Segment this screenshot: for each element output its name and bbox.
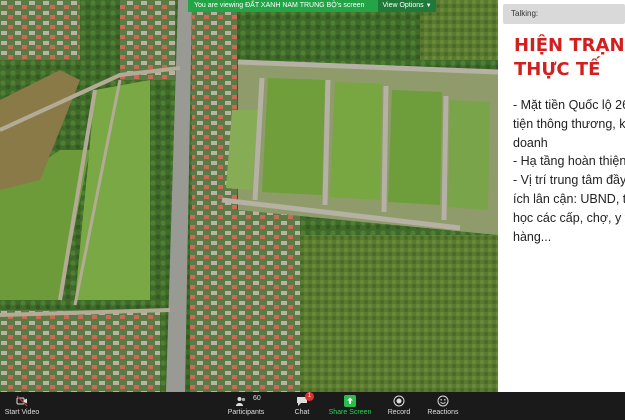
record-icon	[393, 395, 405, 407]
chevron-down-icon: ▼	[425, 3, 432, 9]
start-video-button[interactable]: Start Video	[0, 392, 44, 420]
chat-label: Chat	[294, 409, 310, 416]
share-screen-icon	[344, 395, 356, 407]
share-screen-label: Share Screen	[328, 409, 372, 416]
slide-line: - Vị trí trung tâm đầy	[513, 173, 625, 188]
screen-share-banner-text: You are viewing ĐẤT XANH NAM TRUNG BỘ's …	[194, 2, 365, 9]
slide-title-line-2: THỰC TẾ	[514, 59, 601, 80]
reactions-label: Reactions	[427, 409, 459, 416]
participants-icon	[236, 397, 246, 406]
chat-button[interactable]: 1 Chat	[288, 392, 316, 420]
reactions-button[interactable]: Reactions	[424, 392, 462, 420]
meeting-stage: Talking: HIỆN TRẠN THỰC TẾ - Mặt tiền Qu…	[0, 0, 625, 392]
slide-line: học các cấp, chợ, y tế	[513, 210, 625, 225]
talking-indicator: Talking:	[503, 4, 625, 24]
view-options-label: View Options	[382, 2, 424, 9]
smiley-icon	[437, 395, 449, 407]
view-options-button[interactable]: View Options ▼	[378, 0, 436, 12]
record-button[interactable]: Record	[384, 392, 414, 420]
participants-button[interactable]: 60 Participants	[222, 392, 270, 420]
slide-line: hàng...	[513, 229, 552, 244]
start-video-label: Start Video	[4, 409, 40, 416]
slide-line: ích lân cận: UBND, tru	[513, 191, 625, 206]
slide-line: doanh	[513, 135, 548, 150]
share-screen-button[interactable]: Share Screen	[328, 392, 372, 420]
meeting-toolbar: Start Video 60 Participants 1 Chat Share…	[0, 392, 625, 420]
participants-label: Participants	[227, 409, 265, 416]
aerial-photo-drawing	[0, 0, 498, 392]
slide-title: HIỆN TRẠN THỰC TẾ	[514, 34, 625, 82]
record-label: Record	[387, 409, 411, 416]
slide-title-line-1: HIỆN TRẠN	[514, 35, 625, 56]
talking-label: Talking:	[511, 9, 539, 18]
slide-line: - Hạ tầng hoàn thiện 1	[513, 154, 625, 169]
slide-line: tiện thông thương, ki	[513, 116, 625, 131]
shared-screen-aerial-photo	[0, 0, 498, 392]
participants-count: 60	[253, 395, 261, 402]
chat-unread-badge: 1	[305, 392, 314, 401]
slide-body: - Mặt tiền Quốc lộ 26 tiện thông thương,…	[513, 96, 625, 246]
video-camera-off-icon	[16, 395, 28, 407]
slide-line: - Mặt tiền Quốc lộ 26	[513, 98, 625, 112]
